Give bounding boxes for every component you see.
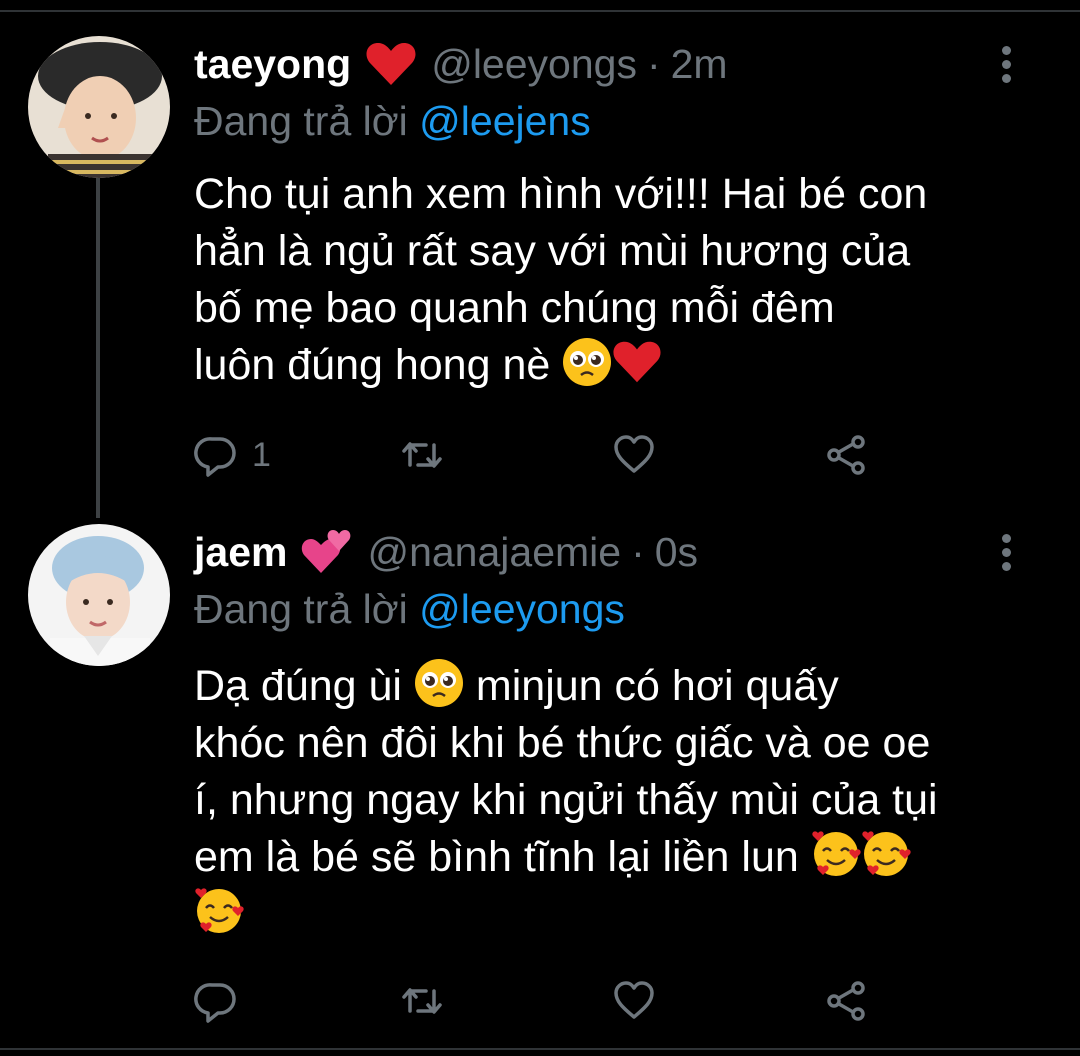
like-icon bbox=[614, 435, 654, 473]
more-icon[interactable] bbox=[996, 534, 1016, 574]
text-line: Dạ đúng ùi bbox=[194, 662, 402, 710]
reply-button[interactable] bbox=[194, 976, 252, 1026]
reply-count: 1 bbox=[252, 435, 271, 474]
tweet-actions bbox=[194, 976, 894, 1026]
reply-icon bbox=[194, 983, 236, 1023]
text-line: minjun có hơi quấy bbox=[475, 662, 839, 710]
text-line-first: Dạ đúng ùi minjun có hơi quấy bbox=[194, 658, 1044, 715]
display-name[interactable]: taeyong bbox=[194, 41, 351, 88]
share-button[interactable] bbox=[824, 976, 868, 1026]
smiling-face-with-hearts-icon bbox=[811, 829, 861, 879]
text-line: em là bé sẽ bình tĩnh lại liền lun bbox=[194, 833, 799, 881]
text-line: luôn đúng hong nè bbox=[194, 341, 551, 389]
text-line: khóc nên đôi khi bé thức giấc và oe oe bbox=[194, 719, 931, 767]
text-line: hẳn là ngủ rất say với mùi hương của bbox=[194, 227, 911, 275]
text-line-emoji-only bbox=[194, 886, 1044, 943]
tweet-text: Cho tụi anh xem hình với!!! Hai bé con h… bbox=[194, 166, 1044, 394]
replying-to: Đang trả lời @leeyongs bbox=[194, 586, 625, 633]
tweet-text: Dạ đúng ùi minjun có hơi quấy khóc nên đ… bbox=[194, 658, 1044, 943]
tweet-header: taeyong @leeyongs · 2m bbox=[194, 34, 728, 94]
text-line-emojis: em là bé sẽ bình tĩnh lại liền lun bbox=[194, 829, 1044, 886]
handle[interactable]: @nanajaemie bbox=[367, 529, 621, 576]
timestamp[interactable]: 2m bbox=[671, 41, 728, 88]
share-icon bbox=[827, 435, 865, 475]
red-heart-icon bbox=[365, 41, 417, 87]
replying-prefix: Đang trả lời bbox=[194, 586, 408, 632]
retweet-icon bbox=[402, 442, 442, 468]
like-button[interactable] bbox=[612, 976, 656, 1026]
display-name[interactable]: jaem bbox=[194, 529, 287, 576]
text-line: bố mẹ bao quanh chúng mỗi đêm bbox=[194, 284, 835, 332]
mention-link[interactable]: @leejens bbox=[419, 98, 591, 144]
share-button[interactable] bbox=[824, 430, 868, 480]
pleading-face-icon bbox=[414, 658, 464, 708]
tweet-header: jaem @nanajaemie · 0s bbox=[194, 522, 698, 582]
retweet-button[interactable] bbox=[400, 430, 444, 480]
replying-prefix: Đang trả lời bbox=[194, 98, 408, 144]
timestamp[interactable]: 0s bbox=[655, 529, 698, 576]
text-line: Cho tụi anh xem hình với!!! Hai bé con bbox=[194, 170, 928, 218]
avatar[interactable] bbox=[28, 524, 170, 666]
separator: · bbox=[646, 40, 661, 87]
smiling-face-with-hearts-icon bbox=[194, 886, 244, 936]
more-icon[interactable] bbox=[996, 46, 1016, 86]
text-line: í, nhưng ngay khi ngửi thấy mùi của tụi bbox=[194, 776, 938, 824]
retweet-button[interactable] bbox=[400, 976, 444, 1026]
tweet-taeyong[interactable]: taeyong @leeyongs · 2m Đang trả lời @lee… bbox=[0, 0, 1080, 500]
reply-button[interactable]: 1 bbox=[194, 430, 271, 480]
like-icon bbox=[614, 981, 654, 1019]
bottom-divider bbox=[0, 1048, 1080, 1050]
replying-to: Đang trả lời @leejens bbox=[194, 98, 591, 145]
tweet-jaem[interactable]: jaem @nanajaemie · 0s Đang trả lời @leey… bbox=[0, 500, 1080, 1050]
text-line-last: luôn đúng hong nè bbox=[194, 337, 1044, 394]
reply-icon bbox=[194, 437, 236, 477]
like-button[interactable] bbox=[612, 430, 656, 480]
two-hearts-icon bbox=[301, 529, 353, 575]
pleading-face-icon bbox=[562, 337, 612, 387]
share-icon bbox=[827, 981, 865, 1021]
handle[interactable]: @leeyongs bbox=[431, 41, 637, 88]
smiling-face-with-hearts-icon bbox=[861, 829, 911, 879]
tweet-actions: 1 bbox=[194, 430, 894, 480]
avatar[interactable] bbox=[28, 36, 170, 178]
mention-link[interactable]: @leeyongs bbox=[419, 586, 625, 632]
red-heart-icon bbox=[612, 337, 662, 387]
retweet-icon bbox=[402, 988, 442, 1014]
separator: · bbox=[631, 528, 645, 575]
